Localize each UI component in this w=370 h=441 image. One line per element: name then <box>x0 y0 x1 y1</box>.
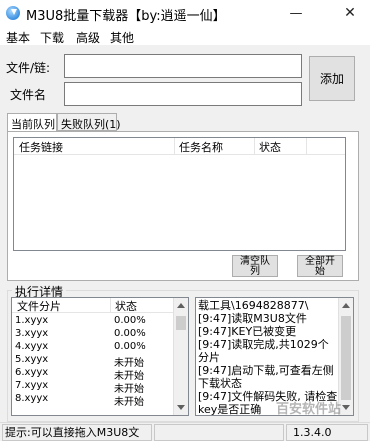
segment-status: 0.00% <box>114 315 146 326</box>
segment-name: 6.xyyx <box>15 367 49 378</box>
file-link-label: 文件/链: <box>6 61 51 75</box>
segment-name: 8.xyyx <box>15 393 49 404</box>
segment-list[interactable]: 文件分片 状态 1.xyyx 0.00% 3.xyyx 0.00% 4.xyyx… <box>11 297 189 416</box>
status-bar: 提示:可以直接拖入M3U8文 1.3.4.0 <box>0 422 370 441</box>
menu-bar: 基本 下载 高级 其他 <box>0 27 370 45</box>
list-item[interactable]: 5.xyyx 未开始 <box>12 354 174 369</box>
queue-list[interactable]: 任务链接 任务名称 状态 <box>13 137 346 251</box>
close-button[interactable]: ✕ <box>330 0 370 27</box>
queue-list-header: 任务链接 任务名称 状态 <box>14 138 345 155</box>
watermark: 百安软件站 <box>276 402 342 417</box>
segment-name: 4.xyyx <box>15 341 49 352</box>
list-item[interactable]: 7.xyyx 未开始 <box>12 380 174 395</box>
column-segment-status[interactable]: 状态 <box>110 298 137 314</box>
column-separator[interactable] <box>306 138 307 154</box>
minimize-button[interactable]: — <box>276 0 316 27</box>
segment-name: 7.xyyx <box>15 380 49 391</box>
scroll-up-arrow-icon[interactable] <box>342 303 350 308</box>
start-all-button[interactable]: 全部开 始 <box>297 255 343 277</box>
column-task-link[interactable]: 任务链接 <box>14 139 63 155</box>
status-version: 1.3.4.0 <box>286 424 368 441</box>
segment-name: 3.xyyx <box>15 328 49 339</box>
scroll-down-arrow-icon[interactable] <box>177 405 185 410</box>
menu-basic[interactable]: 基本 <box>6 29 30 46</box>
menu-download[interactable]: 下载 <box>40 29 64 46</box>
segment-status: 0.00% <box>114 341 146 352</box>
scroll-up-arrow-icon[interactable] <box>177 303 185 308</box>
segment-name: 1.xyyx <box>15 315 49 326</box>
segment-status: 0.00% <box>114 328 146 339</box>
list-item[interactable]: 4.xyyx 0.00% <box>12 341 174 354</box>
title-bar: M3U8批量下载器【by:逍遥一仙】 — ✕ <box>0 0 370 27</box>
file-name-input[interactable] <box>64 82 302 106</box>
tab-failed-queue[interactable]: 失败队列(1) <box>57 113 121 131</box>
file-name-label: 文件名 <box>10 88 47 102</box>
menu-advanced[interactable]: 高级 <box>76 29 100 46</box>
file-link-input[interactable] <box>64 54 302 78</box>
scroll-down-arrow-icon[interactable] <box>342 405 350 410</box>
segment-status: 未开始 <box>114 397 144 408</box>
list-item[interactable]: 1.xyyx 0.00% <box>12 315 174 328</box>
menu-other[interactable]: 其他 <box>110 29 134 46</box>
window-title: M3U8批量下载器【by:逍遥一仙】 <box>26 9 226 24</box>
list-item[interactable]: 3.xyyx 0.00% <box>12 328 174 341</box>
clear-queue-button[interactable]: 清空队 列 <box>232 255 278 277</box>
list-item[interactable]: 8.xyyx 未开始 <box>12 393 174 408</box>
segment-name: 5.xyyx <box>15 354 49 365</box>
status-hint: 提示:可以直接拖入M3U8文 <box>2 424 152 441</box>
scroll-thumb[interactable] <box>176 316 186 330</box>
status-empty-panel <box>154 424 284 441</box>
column-task-name[interactable]: 任务名称 <box>174 139 223 155</box>
scroll-thumb[interactable] <box>341 316 351 400</box>
segment-list-header: 文件分片 状态 <box>12 298 174 313</box>
column-status[interactable]: 状态 <box>254 139 281 155</box>
tab-current-queue[interactable]: 当前队列 <box>7 113 57 132</box>
add-button[interactable]: 添加 <box>309 56 355 101</box>
segment-list-scrollbar[interactable] <box>173 298 188 415</box>
column-segment[interactable]: 文件分片 <box>12 298 61 314</box>
list-item[interactable]: 6.xyyx 未开始 <box>12 367 174 382</box>
app-download-icon <box>6 6 20 20</box>
